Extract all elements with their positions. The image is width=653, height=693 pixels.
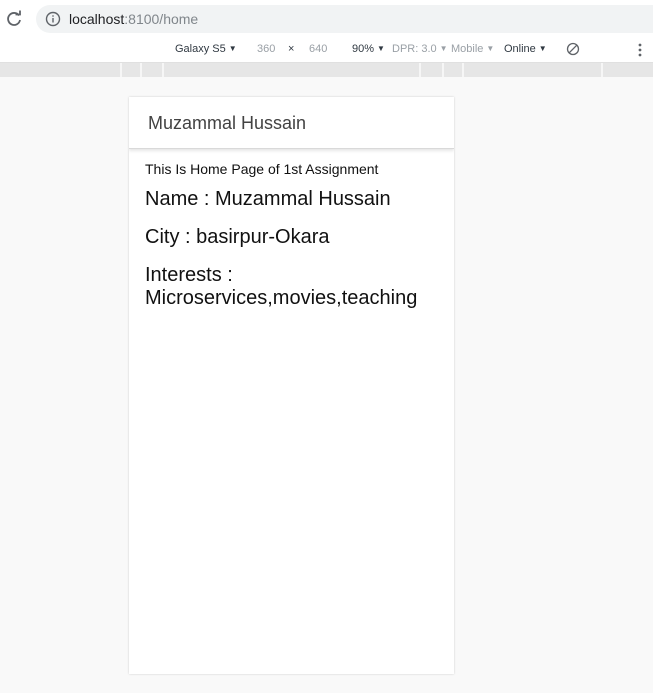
media-query-marker — [601, 63, 603, 77]
url-path: :8100/home — [124, 11, 199, 27]
interests-label: Interests : — [145, 264, 233, 286]
name-line: Name : Muzammal Hussain — [145, 188, 391, 210]
interests-block: Interests : Microservices,movies,teaching — [145, 264, 440, 310]
network-select[interactable]: Online ▼ — [504, 43, 547, 55]
page-title: Muzammal Hussain — [148, 113, 307, 133]
mode-select[interactable]: Mobile ▼ — [451, 43, 494, 55]
chevron-down-icon: ▼ — [486, 44, 495, 53]
media-query-marker — [462, 63, 464, 77]
media-query-bar[interactable] — [0, 63, 653, 77]
width-input[interactable]: 360 — [257, 43, 275, 55]
rotate-icon[interactable] — [566, 42, 580, 56]
info-icon[interactable] — [45, 11, 61, 27]
media-query-marker — [140, 63, 142, 77]
device-viewport: Muzammal Hussain This Is Home Page of 1s… — [129, 97, 454, 674]
mode-value: Mobile — [451, 43, 484, 55]
media-query-marker — [419, 63, 421, 77]
chevron-down-icon: ▼ — [439, 44, 448, 53]
chevron-down-icon: ▼ — [538, 44, 547, 53]
city-line: City : basirpur-Okara — [145, 226, 330, 248]
dimension-separator: × — [288, 43, 295, 55]
browser-address-bar: localhost:8100/home — [0, 0, 653, 39]
media-query-marker — [162, 63, 164, 77]
media-query-marker — [442, 63, 444, 77]
omnibox[interactable]: localhost:8100/home — [36, 5, 653, 33]
media-query-marker — [120, 63, 122, 77]
network-value: Online — [504, 43, 536, 55]
device-name: Galaxy S5 — [175, 43, 226, 55]
zoom-select[interactable]: 90% ▼ — [352, 43, 385, 55]
chevron-down-icon: ▼ — [377, 44, 385, 53]
url-host: localhost — [69, 11, 125, 27]
dpr-value: DPR: 3.0 — [392, 43, 437, 55]
app-toolbar: Muzammal Hussain — [129, 97, 454, 149]
device-select[interactable]: Galaxy S5 ▼ — [175, 43, 237, 55]
kebab-menu-icon[interactable] — [636, 42, 644, 58]
dpr-select[interactable]: DPR: 3.0 ▼ — [392, 43, 448, 55]
chevron-down-icon: ▼ — [228, 44, 237, 53]
url-text: localhost:8100/home — [69, 11, 198, 27]
device-toolbar: Galaxy S5 ▼ 360 × 640 90% ▼ DPR: 3.0 ▼ Mobi… — [0, 38, 653, 63]
reload-icon[interactable] — [4, 9, 24, 29]
height-input[interactable]: 640 — [309, 43, 327, 55]
zoom-value: 90% — [352, 43, 375, 55]
interests-value: Microservices,movies,teaching — [145, 287, 418, 309]
intro-text: This Is Home Page of 1st Assignment — [145, 161, 379, 177]
page-content: This Is Home Page of 1st Assignment Name… — [145, 161, 440, 325]
